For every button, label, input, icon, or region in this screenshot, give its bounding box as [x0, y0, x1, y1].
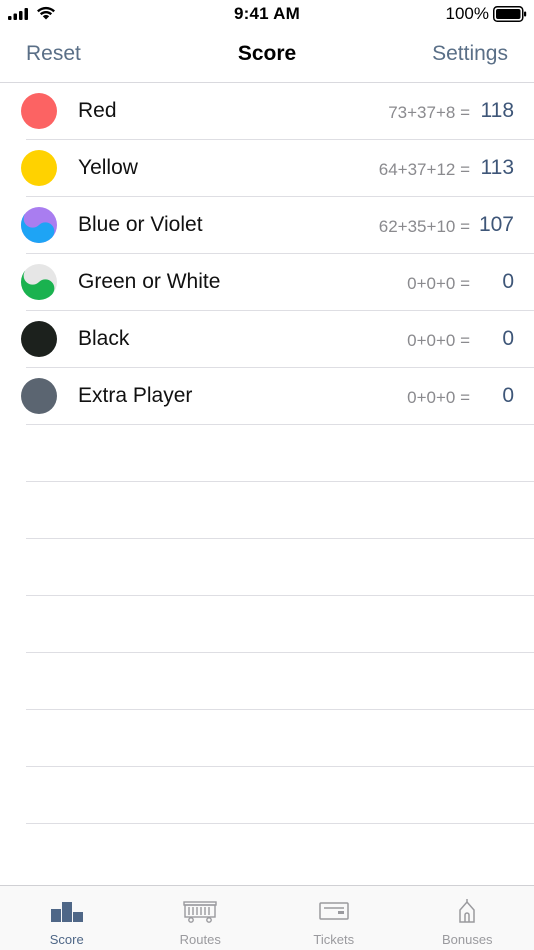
score-total: 0 [502, 384, 514, 407]
empty-list-row [0, 539, 534, 596]
player-color-swatch [21, 93, 57, 129]
battery-percentage: 100% [445, 4, 489, 23]
player-color-swatch [21, 150, 57, 186]
tab-bonuses[interactable]: Bonuses [401, 886, 534, 950]
empty-list-row [0, 767, 534, 824]
player-name: Yellow [78, 156, 138, 179]
score-formula: 0+0+0 = [407, 331, 470, 350]
score-screen: 9:41 AM 100% Reset Score Settings Red 73… [0, 0, 534, 950]
station-icon [459, 899, 475, 923]
score-formula: 64+37+12 = [378, 160, 470, 179]
tab-score[interactable]: Score [0, 886, 134, 950]
navigation-bar: Reset Score Settings [0, 28, 534, 83]
player-color-swatch [21, 378, 57, 414]
empty-list-row [0, 425, 534, 482]
score-total: 113 [480, 156, 514, 179]
tab-label: Bonuses [441, 932, 493, 947]
score-total: 0 [502, 270, 514, 293]
podium-icon [50, 902, 83, 922]
empty-list-row [0, 482, 534, 539]
player-row-yellow[interactable]: Yellow 64+37+12 = 113 [0, 140, 534, 197]
empty-list-row [0, 710, 534, 767]
battery-icon [493, 6, 527, 22]
player-row-extra-player[interactable]: Extra Player 0+0+0 = 0 [0, 368, 534, 425]
player-row-green-or-white[interactable]: Green or White 0+0+0 = 0 [0, 254, 534, 311]
player-row-blue-or-violet[interactable]: Blue or Violet 62+35+10 = 107 [0, 197, 534, 254]
tab-label: Routes [179, 932, 221, 947]
player-score-list: Red 73+37+8 = 118 Yellow 64+37+12 = 113 … [0, 83, 534, 824]
player-row-black[interactable]: Black 0+0+0 = 0 [0, 311, 534, 368]
tab-label: Score [49, 932, 84, 947]
score-formula: 0+0+0 = [407, 274, 470, 293]
empty-list-row [0, 653, 534, 710]
score-total: 107 [478, 213, 514, 236]
tab-bar: Score Routes Tickets Bonuses [0, 885, 534, 950]
tab-tickets[interactable]: Tickets [267, 886, 401, 950]
player-name: Red [78, 99, 117, 122]
train-car-icon [183, 901, 217, 923]
score-total: 118 [480, 99, 514, 122]
player-name: Black [78, 327, 130, 350]
tab-routes[interactable]: Routes [134, 886, 268, 950]
player-color-swatch [21, 264, 57, 300]
tab-label: Tickets [313, 932, 355, 947]
player-color-swatch [21, 207, 57, 243]
score-formula: 0+0+0 = [407, 388, 470, 407]
ticket-icon [319, 902, 349, 920]
settings-button[interactable]: Settings [432, 42, 508, 66]
player-name: Extra Player [78, 384, 193, 407]
score-formula: 62+35+10 = [378, 217, 470, 236]
empty-list-row [0, 596, 534, 653]
score-total: 0 [502, 327, 514, 350]
player-name: Blue or Violet [78, 213, 203, 236]
status-bar: 9:41 AM 100% [0, 0, 534, 28]
player-row-red[interactable]: Red 73+37+8 = 118 [0, 83, 534, 140]
player-name: Green or White [78, 270, 221, 293]
player-color-swatch [21, 321, 57, 357]
score-formula: 73+37+8 = [388, 103, 470, 122]
